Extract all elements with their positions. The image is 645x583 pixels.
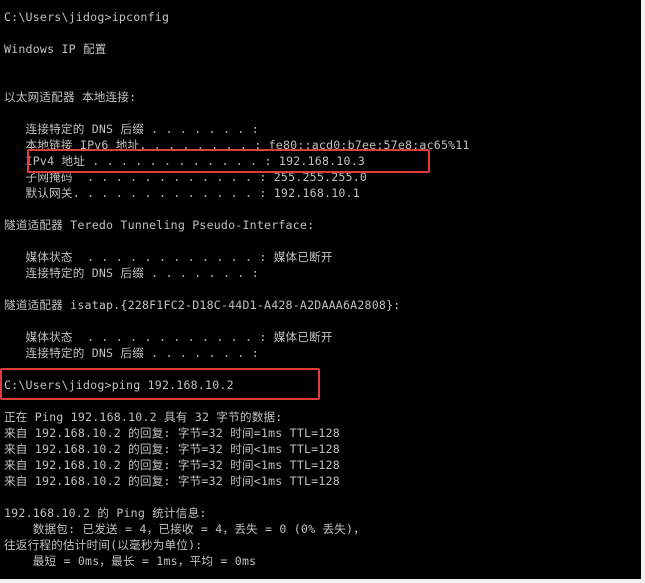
image-border-bottom: [0, 579, 645, 583]
windows-ip-config-heading: Windows IP 配置: [4, 42, 107, 56]
image-border-right: [641, 0, 645, 583]
ethernet-dns-suffix-line: 连接特定的 DNS 后缀 . . . . . . . :: [4, 122, 259, 136]
ethernet-subnet-mask-line: 子网掩码 . . . . . . . . . . . . : 255.255.2…: [4, 170, 368, 184]
ping-reply-line-2: 来自 192.168.10.2 的回复: 字节=32 时间<1ms TTL=12…: [4, 442, 340, 456]
ethernet-ipv4-line: IPv4 地址 . . . . . . . . . . . . : 192.16…: [4, 154, 366, 168]
teredo-adapter-heading: 隧道适配器 Teredo Tunneling Pseudo-Interface:: [4, 218, 315, 232]
ping-start-line: 正在 Ping 192.168.10.2 具有 32 字节的数据:: [4, 410, 283, 424]
ping-reply-line-1: 来自 192.168.10.2 的回复: 字节=32 时间=1ms TTL=12…: [4, 426, 340, 440]
command-prompt-console[interactable]: C:\Users\jidog>ipconfig Windows IP 配置 以太…: [0, 0, 641, 579]
round-trip-summary: 最短 = 0ms，最长 = 1ms，平均 = 0ms: [4, 554, 257, 568]
ping-packets-summary: 数据包: 已发送 = 4，已接收 = 4，丢失 = 0 (0% 丢失)，: [4, 522, 366, 536]
ethernet-adapter-heading: 以太网适配器 本地连接:: [4, 90, 137, 104]
ethernet-default-gateway-line: 默认网关. . . . . . . . . . . . . : 192.168.…: [4, 186, 360, 200]
ping-statistics-heading: 192.168.10.2 的 Ping 统计信息:: [4, 506, 207, 520]
ping-reply-line-3: 来自 192.168.10.2 的回复: 字节=32 时间<1ms TTL=12…: [4, 458, 340, 472]
teredo-media-state-line: 媒体状态 . . . . . . . . . . . . : 媒体已断开: [4, 250, 333, 264]
ping-reply-line-4: 来自 192.168.10.2 的回复: 字节=32 时间<1ms TTL=12…: [4, 474, 340, 488]
isatap-adapter-heading: 隧道适配器 isatap.{228F1FC2-D18C-44D1-A428-A2…: [4, 298, 401, 312]
isatap-dns-suffix-line: 连接特定的 DNS 后缀 . . . . . . . :: [4, 346, 259, 360]
isatap-media-state-line: 媒体状态 . . . . . . . . . . . . : 媒体已断开: [4, 330, 333, 344]
prompt-ping-command: C:\Users\jidog>ping 192.168.10.2: [4, 378, 234, 392]
teredo-dns-suffix-line: 连接特定的 DNS 后缀 . . . . . . . :: [4, 266, 259, 280]
round-trip-heading: 往返行程的估计时间(以毫秒为单位):: [4, 538, 203, 552]
ethernet-ipv6-line: 本地链接 IPv6 地址. . . . . . . . : fe80::acd0…: [4, 138, 470, 152]
prompt-ipconfig-command: C:\Users\jidog>ipconfig: [4, 10, 170, 24]
